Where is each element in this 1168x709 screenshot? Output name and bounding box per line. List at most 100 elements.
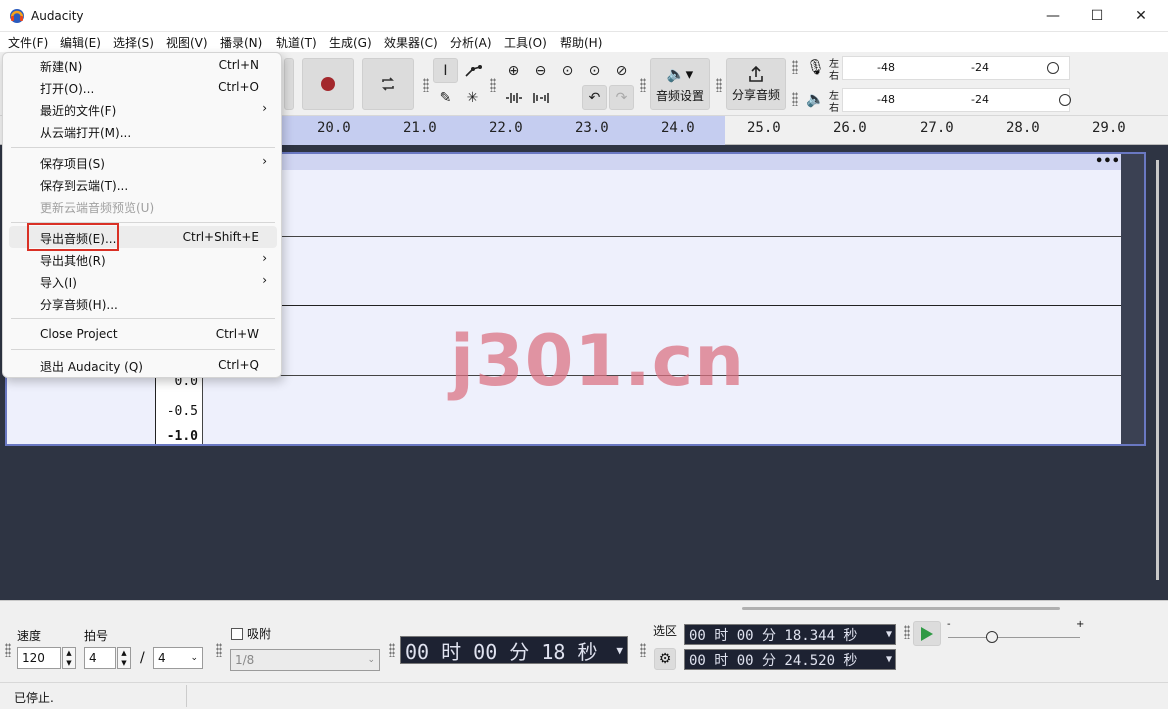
menu-view[interactable]: 视图(V): [166, 34, 208, 51]
menu-item-save-to-cloud[interactable]: 保存到云端(T)...: [9, 173, 277, 195]
speed-minus-label: -: [947, 619, 951, 630]
menu-edit[interactable]: 编辑(E): [60, 34, 101, 51]
track-right-edge: [1121, 154, 1144, 444]
record-meter[interactable]: -48 -24: [842, 56, 1070, 80]
menu-item-shortcut: Ctrl+W: [215, 327, 259, 341]
menu-item-exit[interactable]: 退出 Audacity (Q) Ctrl+Q: [9, 354, 277, 376]
menu-tracks[interactable]: 轨道(T): [276, 34, 317, 51]
selection-start-field[interactable]: 00 时 00 分 18.344 秒 ▼: [684, 624, 896, 645]
snap-checkbox[interactable]: [231, 628, 243, 640]
maximize-button[interactable]: ☐: [1074, 0, 1120, 32]
menu-select[interactable]: 选择(S): [113, 34, 154, 51]
menu-file[interactable]: 文件(F): [8, 34, 48, 51]
snap-select[interactable]: 1/8 ⌄: [230, 649, 380, 671]
menu-analyze[interactable]: 分析(A): [450, 34, 492, 51]
play-icon: [921, 626, 933, 641]
menu-item-label: 从云端打开(M)...: [40, 126, 132, 140]
loop-button[interactable]: [362, 58, 414, 110]
audio-setup-label: 音频设置: [655, 88, 704, 103]
zoom-toggle-icon[interactable]: ⊘: [609, 58, 634, 83]
ruler-tick: 28.0: [1006, 120, 1040, 136]
horizontal-scrollbar[interactable]: [742, 607, 1060, 610]
beat-denominator-select[interactable]: 4 ⌄: [153, 647, 203, 669]
fit-selection-icon[interactable]: ⊙: [555, 58, 580, 83]
menu-effect[interactable]: 效果器(C): [384, 34, 438, 51]
speed-plus-label: +: [1076, 619, 1085, 630]
share-audio-label: 分享音频: [731, 88, 780, 102]
tempo-stepper[interactable]: ▲ ▼: [62, 647, 76, 669]
menu-tools[interactable]: 工具(O): [504, 34, 547, 51]
toolbar-grip[interactable]: [490, 78, 496, 92]
menu-separator: [11, 147, 275, 148]
menu-item-open[interactable]: 打开(O)... Ctrl+O: [9, 76, 277, 98]
time-format-dropdown-icon[interactable]: ▼: [616, 644, 623, 657]
play-at-speed-button[interactable]: [913, 621, 941, 646]
vertical-scrollbar[interactable]: [1156, 160, 1159, 580]
fit-project-icon[interactable]: ⊙: [582, 58, 607, 83]
menu-item-save-project[interactable]: 保存项目(S) ›: [9, 151, 277, 173]
rec-volume-slider-knob[interactable]: [1047, 62, 1059, 74]
rec-meter-tick: -48: [877, 61, 895, 74]
redo-icon[interactable]: ↷: [609, 85, 634, 110]
toolbar-grip[interactable]: [792, 92, 798, 106]
toolbar-grip[interactable]: [904, 625, 910, 639]
zoom-in-icon[interactable]: ⊕: [501, 58, 526, 83]
ruler-tick: 26.0: [833, 120, 867, 136]
menu-item-close-project[interactable]: Close Project Ctrl+W: [9, 323, 277, 345]
menu-item-export-other[interactable]: 导出其他(R) ›: [9, 248, 277, 270]
clip-menu-icon[interactable]: •••: [1095, 154, 1120, 169]
ruler-tick: 22.0: [489, 120, 523, 136]
scale-label: -0.5: [166, 404, 198, 419]
play-speed-slider-knob[interactable]: [986, 631, 998, 643]
menu-item-open-from-cloud[interactable]: 从云端打开(M)...: [9, 120, 277, 142]
toolbar-grip[interactable]: [216, 643, 222, 657]
toolbar-grip[interactable]: [640, 78, 646, 92]
toolbar-grip[interactable]: [389, 643, 395, 657]
menu-item-import[interactable]: 导入(I) ›: [9, 270, 277, 292]
silence-audio-icon[interactable]: [528, 85, 553, 110]
undo-icon[interactable]: ↶: [582, 85, 607, 110]
chevron-down-icon[interactable]: ▼: [886, 654, 892, 665]
toolbar-grip[interactable]: [5, 643, 11, 657]
menu-item-recent-files[interactable]: 最近的文件(F) ›: [9, 98, 277, 120]
zoom-out-icon[interactable]: ⊖: [528, 58, 553, 83]
record-button[interactable]: [302, 58, 354, 110]
menu-item-new[interactable]: 新建(N) Ctrl+N: [9, 54, 277, 76]
toolbar-grip[interactable]: [792, 60, 798, 74]
menu-item-share-audio[interactable]: 分享音频(H)...: [9, 292, 277, 314]
time-display[interactable]: 00 时 00 分 18 秒 ▼: [400, 636, 628, 664]
close-button[interactable]: ✕: [1118, 0, 1164, 32]
beats-stepper[interactable]: ▲ ▼: [117, 647, 131, 669]
toolbar-grip[interactable]: [640, 643, 646, 657]
toolbar-grip[interactable]: [423, 78, 429, 92]
trim-audio-icon[interactable]: [501, 85, 526, 110]
chevron-right-icon: ›: [262, 251, 267, 265]
chevron-down-icon[interactable]: ▼: [886, 629, 892, 640]
draw-tool-icon[interactable]: ✎: [433, 85, 458, 110]
beats-input[interactable]: 4: [84, 647, 116, 669]
highlight-box: [27, 223, 119, 251]
toolbar-grip[interactable]: [716, 78, 722, 92]
menu-help[interactable]: 帮助(H): [560, 34, 602, 51]
menu-transport[interactable]: 播录(N): [220, 34, 262, 51]
selection-tool-icon[interactable]: Ⅰ: [433, 58, 458, 83]
stop-button-edge[interactable]: [284, 58, 294, 110]
tempo-label: 速度: [17, 629, 42, 643]
audio-setup-button[interactable]: 🔈▾ 音频设置: [650, 58, 710, 110]
menu-item-shortcut: Ctrl+Shift+E: [182, 230, 259, 244]
minimize-button[interactable]: —: [1030, 0, 1076, 32]
selection-settings-gear-icon[interactable]: ⚙: [654, 648, 676, 670]
playback-meter[interactable]: -48 -24: [842, 88, 1071, 112]
microphone-icon[interactable]: 🎙: [806, 58, 825, 76]
share-audio-button[interactable]: 分享音频: [726, 58, 786, 110]
menu-generate[interactable]: 生成(G): [329, 34, 372, 51]
selection-end-field[interactable]: 00 时 00 分 24.520 秒 ▼: [684, 649, 896, 670]
play-volume-slider-knob[interactable]: [1059, 94, 1071, 106]
waveform-line: [157, 236, 1121, 237]
menu-item-label: 分享音频(H)...: [40, 298, 118, 312]
play-speed-slider[interactable]: [948, 637, 1080, 638]
speaker-icon[interactable]: 🔈: [806, 90, 825, 108]
envelope-tool-icon[interactable]: [460, 58, 485, 83]
tempo-input[interactable]: 120: [17, 647, 61, 669]
multi-tool-icon[interactable]: ✳: [460, 85, 485, 110]
